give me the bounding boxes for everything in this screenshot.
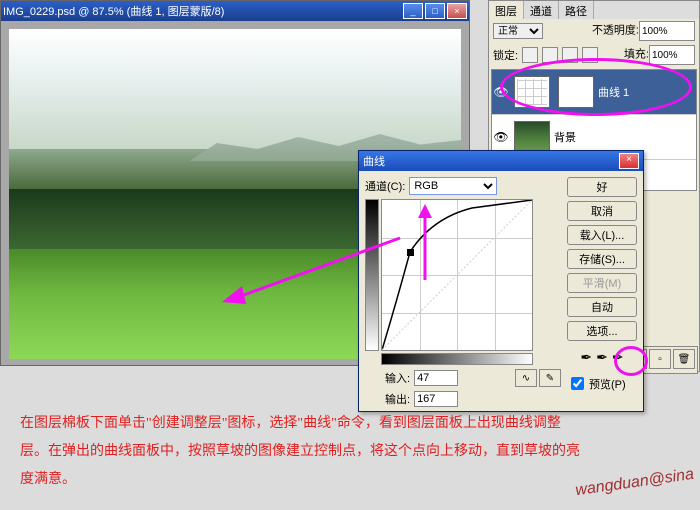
doc-title: IMG_0229.psd @ 87.5% (曲线 1, 图层蒙版/8) — [3, 3, 224, 19]
output-field[interactable] — [414, 391, 458, 407]
ok-button[interactable]: 好 — [567, 177, 637, 197]
curves-dialog: 曲线 × 通道(C): RGB 输入: — [358, 150, 644, 412]
close-button[interactable]: × — [447, 3, 467, 19]
blend-mode-select[interactable]: 正常 — [493, 23, 543, 39]
new-layer-icon[interactable]: ▫ — [649, 349, 671, 369]
preview-label: 预览(P) — [589, 376, 626, 392]
lock-position-icon[interactable] — [562, 47, 578, 63]
doc-titlebar: IMG_0229.psd @ 87.5% (曲线 1, 图层蒙版/8) _ □ … — [1, 1, 469, 21]
lock-label: 锁定: — [493, 47, 518, 63]
lock-paint-icon[interactable] — [542, 47, 558, 63]
output-label: 输出: — [385, 391, 410, 407]
layer-mask-thumb[interactable] — [558, 76, 594, 108]
tab-paths[interactable]: 路径 — [559, 1, 594, 19]
options-button[interactable]: 选项... — [567, 321, 637, 341]
save-button[interactable]: 存储(S)... — [567, 249, 637, 269]
horizontal-gradient — [381, 353, 533, 365]
opacity-field[interactable] — [639, 21, 695, 41]
visibility-icon[interactable]: 👁 — [492, 130, 510, 144]
trash-icon[interactable]: 🗑 — [673, 349, 695, 369]
layer-row-curves[interactable]: 👁 曲线 1 — [492, 70, 696, 115]
minimize-button[interactable]: _ — [403, 3, 423, 19]
tab-layers[interactable]: 图层 — [489, 1, 524, 19]
tab-channels[interactable]: 通道 — [524, 1, 559, 19]
auto-button[interactable]: 自动 — [567, 297, 637, 317]
black-eyedropper-icon[interactable]: ✒ — [580, 349, 592, 366]
load-button[interactable]: 载入(L)... — [567, 225, 637, 245]
close-icon[interactable]: × — [619, 153, 639, 169]
layer-thumb-curves[interactable] — [514, 76, 550, 108]
curve-mode-icon[interactable]: ∿ — [515, 369, 537, 387]
watermark: wangduan@sina — [574, 466, 695, 500]
curves-title: 曲线 — [363, 153, 385, 169]
layer-name: 背景 — [554, 129, 576, 145]
pencil-mode-icon[interactable]: ✎ — [539, 369, 561, 387]
input-field[interactable] — [414, 370, 458, 386]
gray-eyedropper-icon[interactable]: ✒ — [596, 349, 608, 366]
fill-field[interactable] — [649, 45, 695, 65]
visibility-icon[interactable]: 👁 — [492, 85, 510, 99]
lock-all-icon[interactable] — [582, 47, 598, 63]
white-eyedropper-icon[interactable]: ✒ — [612, 349, 624, 366]
layer-thumb-bg[interactable] — [514, 121, 550, 153]
cancel-button[interactable]: 取消 — [567, 201, 637, 221]
instruction-text: 在图层棉板下面单击"创建调整层"图标，选择"曲线"命令，看到图层面板上出现曲线调… — [20, 410, 580, 494]
maximize-button[interactable]: □ — [425, 3, 445, 19]
preview-checkbox[interactable] — [571, 377, 584, 390]
vertical-gradient — [365, 199, 379, 351]
smooth-button[interactable]: 平滑(M) — [567, 273, 637, 293]
channel-select[interactable]: RGB — [409, 177, 497, 195]
channel-label: 通道(C): — [365, 178, 405, 194]
opacity-label: 不透明度: — [592, 25, 639, 37]
fill-label: 填充: — [624, 49, 649, 61]
lock-transparency-icon[interactable] — [522, 47, 538, 63]
curve-control-point[interactable] — [407, 249, 414, 256]
curves-graph[interactable] — [381, 199, 533, 351]
layer-name: 曲线 1 — [598, 84, 629, 100]
input-label: 输入: — [385, 370, 410, 386]
